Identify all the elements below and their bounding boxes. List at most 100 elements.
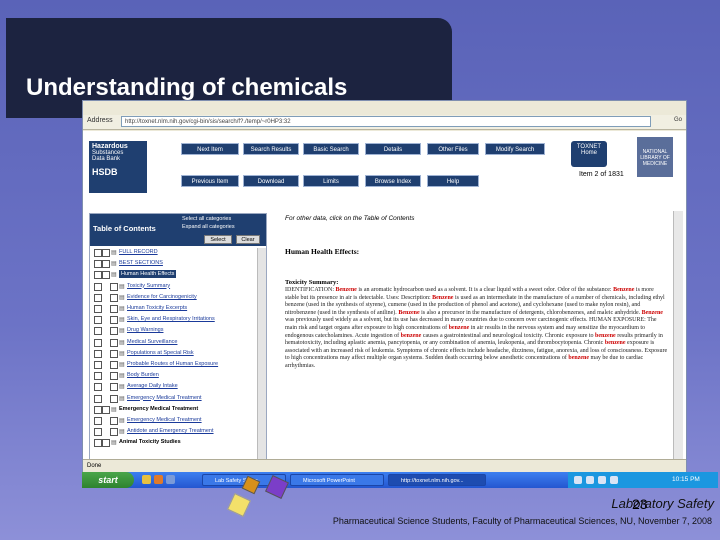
- toc-item[interactable]: ▤ Emergency Medical Treatment: [90, 394, 256, 403]
- limits-button[interactable]: Limits: [303, 175, 359, 187]
- toc-item-label[interactable]: Emergency Medical Treatment: [127, 394, 202, 402]
- toc-item-label[interactable]: Average Daily Intake: [127, 382, 178, 390]
- toc-checkbox[interactable]: [94, 394, 102, 403]
- toc-checkbox[interactable]: [94, 361, 102, 369]
- toc-item-label[interactable]: Body Burden: [127, 371, 159, 379]
- toc-item-label[interactable]: Medical Surveillance: [127, 338, 177, 346]
- task-item-3[interactable]: http://toxnet.nlm.nih.gov...: [388, 474, 486, 486]
- hsdb-logo[interactable]: Hazardous Substances Data Bank HSDB: [89, 141, 147, 193]
- download-button[interactable]: Download: [243, 175, 299, 187]
- nlm-logo[interactable]: NATIONAL LIBRARY OF MEDICINE: [637, 137, 673, 177]
- toc-checkbox[interactable]: [94, 372, 102, 381]
- clear-button[interactable]: Clear: [236, 235, 260, 244]
- toc-checkbox[interactable]: [110, 293, 118, 302]
- quicklaunch-ie-icon[interactable]: [142, 475, 151, 484]
- tray-network-icon[interactable]: [574, 476, 582, 484]
- toc-checkbox[interactable]: [102, 271, 110, 280]
- toc-item[interactable]: ▤ Populations at Special Risk: [90, 349, 256, 358]
- toc-checkbox[interactable]: [94, 383, 102, 392]
- toc-item[interactable]: ▤ Animal Toxicity Studies: [90, 438, 256, 448]
- toxnet-home-button[interactable]: TOXNET Home: [571, 141, 607, 167]
- toc-item[interactable]: ▤ Evidence for Carcinogenicity: [90, 293, 256, 302]
- toc-checkbox[interactable]: [110, 428, 118, 437]
- toc-item-label[interactable]: Emergency Medical Treatment: [127, 416, 202, 424]
- quicklaunch-folder-icon[interactable]: [154, 475, 163, 484]
- toc-checkbox[interactable]: [94, 349, 102, 358]
- toc-checkbox[interactable]: [110, 282, 118, 291]
- toc-checkbox[interactable]: [110, 305, 118, 313]
- toc-checkbox[interactable]: [94, 327, 102, 336]
- toc-item[interactable]: ▤ Emergency Medical Treatment: [90, 416, 256, 425]
- record-scrollbar[interactable]: [673, 211, 683, 459]
- toc-item[interactable]: ▤ FULL RECORD: [90, 248, 256, 257]
- toc-item-label[interactable]: Human Toxicity Excerpts: [127, 304, 187, 312]
- toc-item[interactable]: ▤ Average Daily Intake: [90, 382, 256, 392]
- help-button[interactable]: Help: [427, 175, 479, 187]
- toc-item-label[interactable]: Human Health Effects: [119, 270, 177, 279]
- toc-checkbox[interactable]: [94, 271, 102, 280]
- toc-item[interactable]: ▤ Probable Routes of Human Exposure: [90, 360, 256, 369]
- toc-item[interactable]: ▤ Skin, Eye and Respiratory Irritations: [90, 315, 256, 325]
- basic-search-button[interactable]: Basic Search: [303, 143, 359, 155]
- toc-item-label[interactable]: Probable Routes of Human Exposure: [127, 360, 218, 368]
- modify-search-button[interactable]: Modify Search: [485, 143, 545, 155]
- details-button[interactable]: Details: [365, 143, 421, 155]
- toc-checkbox[interactable]: [94, 316, 102, 325]
- toc-checkbox[interactable]: [94, 260, 102, 269]
- toc-checkbox[interactable]: [110, 417, 118, 425]
- toc-item-label[interactable]: Evidence for Carcinogenicity: [127, 293, 197, 301]
- toc-item-label[interactable]: Emergency Medical Treatment: [119, 405, 198, 413]
- toc-checkbox[interactable]: [102, 405, 110, 414]
- toc-checkbox[interactable]: [102, 439, 110, 448]
- select-button[interactable]: Select: [204, 235, 232, 244]
- toc-checkbox[interactable]: [110, 361, 118, 369]
- toc-checkbox[interactable]: [110, 338, 118, 347]
- toc-item-label[interactable]: FULL RECORD: [119, 248, 158, 256]
- toc-checkbox[interactable]: [102, 249, 110, 257]
- next-item-button[interactable]: Next Item: [181, 143, 239, 155]
- toc-item[interactable]: ▤ Toxicity Summary: [90, 282, 256, 291]
- tray-antivirus-icon[interactable]: [598, 476, 606, 484]
- toc-item[interactable]: ▤ Antidote and Emergency Treatment: [90, 427, 256, 437]
- toc-item-label[interactable]: Animal Toxicity Studies: [119, 438, 181, 446]
- toc-checkbox[interactable]: [110, 327, 118, 336]
- search-results-button[interactable]: Search Results: [243, 143, 299, 155]
- other-files-button[interactable]: Other Files: [427, 143, 479, 155]
- toc-checkbox[interactable]: [110, 372, 118, 381]
- toc-checkbox[interactable]: [94, 405, 102, 414]
- toc-checkbox[interactable]: [94, 282, 102, 291]
- toc-item-label[interactable]: Skin, Eye and Respiratory Irritations: [127, 315, 215, 323]
- toc-checkbox[interactable]: [94, 338, 102, 347]
- toc-item-label[interactable]: Antidote and Emergency Treatment: [127, 427, 214, 435]
- toc-checkbox[interactable]: [94, 305, 102, 313]
- toc-checkbox[interactable]: [110, 349, 118, 358]
- start-button[interactable]: start: [82, 472, 134, 488]
- toc-checkbox[interactable]: [94, 428, 102, 437]
- tray-volume-icon[interactable]: [586, 476, 594, 484]
- toc-checkbox[interactable]: [110, 394, 118, 403]
- toc-scrollbar[interactable]: [257, 248, 266, 460]
- quicklaunch-desktop-icon[interactable]: [166, 475, 175, 484]
- browse-index-button[interactable]: Browse Index: [365, 175, 421, 187]
- toc-item[interactable]: ▤ BEST SECTIONS: [90, 259, 256, 269]
- toc-item-label[interactable]: Populations at Special Risk: [127, 349, 194, 357]
- toc-checkbox[interactable]: [110, 383, 118, 392]
- toc-item[interactable]: ▤ Human Health Effects: [90, 270, 256, 280]
- tray-update-icon[interactable]: [610, 476, 618, 484]
- toc-checkbox[interactable]: [102, 260, 110, 269]
- toc-item-label[interactable]: Toxicity Summary: [127, 282, 170, 290]
- toc-item[interactable]: ▤ Human Toxicity Excerpts: [90, 304, 256, 313]
- toc-item-label[interactable]: Drug Warnings: [127, 326, 163, 334]
- toc-checkbox[interactable]: [94, 249, 102, 257]
- previous-item-button[interactable]: Previous Item: [181, 175, 239, 187]
- select-all-option[interactable]: Select all categories: [182, 216, 231, 222]
- toc-checkbox[interactable]: [94, 439, 102, 448]
- toc-item[interactable]: ▤ Drug Warnings: [90, 326, 256, 336]
- toc-item[interactable]: ▤ Emergency Medical Treatment: [90, 405, 256, 414]
- toc-checkbox[interactable]: [94, 417, 102, 425]
- toc-checkbox[interactable]: [110, 316, 118, 325]
- toc-checkbox[interactable]: [94, 293, 102, 302]
- toc-item-label[interactable]: BEST SECTIONS: [119, 259, 163, 267]
- toc-item[interactable]: ▤ Medical Surveillance: [90, 338, 256, 347]
- expand-all-option[interactable]: Expand all categories: [182, 224, 235, 230]
